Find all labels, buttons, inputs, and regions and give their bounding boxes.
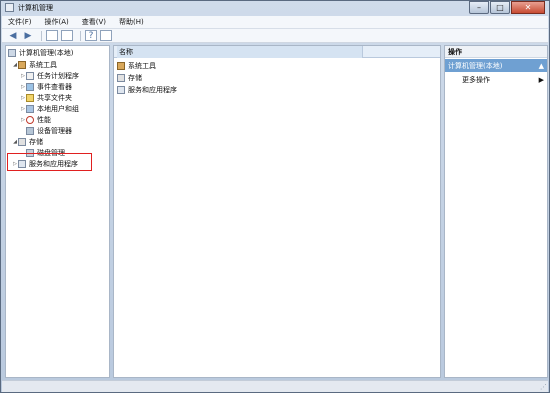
maximize-button[interactable]: □	[490, 1, 510, 14]
tree-item-storage[interactable]: ◢ 存储	[12, 137, 43, 147]
help-icon: ?	[88, 30, 94, 41]
list-item[interactable]: 服务和应用程序	[117, 85, 177, 95]
performance-icon	[26, 116, 34, 124]
tree-item-shared-folders[interactable]: ▷ 共享文件夹	[20, 93, 72, 103]
actions-title: 操作	[445, 46, 547, 58]
tree-item-label: 系统工具	[29, 61, 57, 69]
console-tree: 计算机管理(本地) ◢ 系统工具 ▷ 任务计划程序 ▷ 事件查看器 ▷ 共享文件…	[5, 45, 110, 378]
toolbar: ◀ ▶ ?	[2, 29, 548, 43]
forward-arrow-icon: ▶	[24, 30, 32, 41]
export-list-button[interactable]	[61, 30, 73, 41]
menu-action[interactable]: 操作(A)	[45, 17, 69, 27]
tree-item-label: 设备管理器	[37, 127, 72, 135]
toolbox-icon	[18, 61, 26, 69]
actions-section-label: 计算机管理(本地)	[448, 61, 503, 70]
tree-item-device-manager[interactable]: 设备管理器	[26, 126, 72, 136]
list-header: 名称	[114, 45, 440, 58]
tree-item-local-users-groups[interactable]: ▷ 本地用户和组	[20, 104, 79, 114]
status-bar: ⋰	[2, 380, 548, 392]
users-icon	[26, 105, 34, 113]
toolbox-icon	[117, 62, 125, 70]
minimize-button[interactable]: –	[469, 1, 489, 14]
list-item-label: 服务和应用程序	[128, 86, 177, 94]
list-item-label: 系统工具	[128, 62, 156, 70]
tree-item-system-tools[interactable]: ◢ 系统工具	[12, 60, 57, 70]
window-title: 计算机管理	[18, 4, 53, 12]
actions-section-header[interactable]: 计算机管理(本地) ▲	[445, 59, 547, 72]
close-button[interactable]: ✕	[511, 1, 545, 14]
submenu-arrow-icon: ▶	[538, 75, 544, 84]
tree-item-performance[interactable]: ▷ 性能	[20, 115, 51, 125]
back-arrow-icon: ◀	[9, 30, 17, 41]
event-viewer-icon	[26, 83, 34, 91]
services-icon	[117, 86, 125, 94]
tree-item-label: 存储	[29, 138, 43, 146]
tree-item-root[interactable]: 计算机管理(本地)	[8, 48, 73, 58]
list-item[interactable]: 系统工具	[117, 61, 156, 71]
tree-item-label: 性能	[37, 116, 51, 124]
actions-pane: 操作 计算机管理(本地) ▲ 更多操作 ▶	[444, 45, 548, 378]
storage-icon	[18, 138, 26, 146]
close-icon: ✕	[524, 3, 532, 12]
tree-item-label: 本地用户和组	[37, 105, 79, 113]
shared-folder-icon	[26, 94, 34, 102]
tree-item-label: 共享文件夹	[37, 94, 72, 102]
resize-grip-icon[interactable]: ⋰	[539, 383, 547, 391]
title-bar: 计算机管理 – □ ✕	[1, 1, 549, 15]
minimize-icon: –	[477, 3, 481, 12]
back-button[interactable]: ◀	[7, 30, 19, 41]
computer-icon	[8, 49, 16, 57]
collapse-arrow-icon[interactable]: ▲	[539, 62, 544, 70]
maximize-icon: □	[496, 3, 504, 12]
more-actions-item[interactable]: 更多操作 ▶	[462, 74, 544, 85]
tree-item-label: 事件查看器	[37, 83, 72, 91]
device-manager-icon	[26, 127, 34, 135]
list-item-label: 存储	[128, 74, 142, 82]
menu-view[interactable]: 查看(V)	[82, 17, 106, 27]
tree-item-label: 任务计划程序	[37, 72, 79, 80]
more-actions-label: 更多操作	[462, 75, 490, 84]
menu-bar: 文件(F) 操作(A) 查看(V) 帮助(H)	[2, 16, 548, 29]
caption-buttons: – □ ✕	[468, 1, 545, 14]
task-scheduler-icon	[26, 72, 34, 80]
forward-button[interactable]: ▶	[22, 30, 34, 41]
tree-item-event-viewer[interactable]: ▷ 事件查看器	[20, 82, 72, 92]
toolbar-separator	[41, 30, 42, 41]
show-hide-action-pane-button[interactable]	[100, 30, 112, 41]
menu-help[interactable]: 帮助(H)	[119, 17, 144, 27]
results-pane: 名称 系统工具 存储 服务和应用程序	[113, 45, 441, 378]
tree-item-task-scheduler[interactable]: ▷ 任务计划程序	[20, 71, 79, 81]
list-item[interactable]: 存储	[117, 73, 142, 83]
show-hide-tree-button[interactable]	[46, 30, 58, 41]
computer-management-icon	[5, 3, 14, 12]
toolbar-separator	[80, 30, 81, 41]
annotation-highlight-box	[7, 153, 92, 171]
tree-item-label: 计算机管理(本地)	[19, 49, 74, 57]
help-button[interactable]: ?	[85, 30, 97, 41]
column-header-name[interactable]: 名称	[117, 45, 363, 58]
menu-file[interactable]: 文件(F)	[8, 17, 32, 27]
storage-icon	[117, 74, 125, 82]
computer-management-window: 计算机管理 – □ ✕ 文件(F) 操作(A) 查看(V) 帮助(H) ◀ ▶ …	[0, 0, 550, 393]
